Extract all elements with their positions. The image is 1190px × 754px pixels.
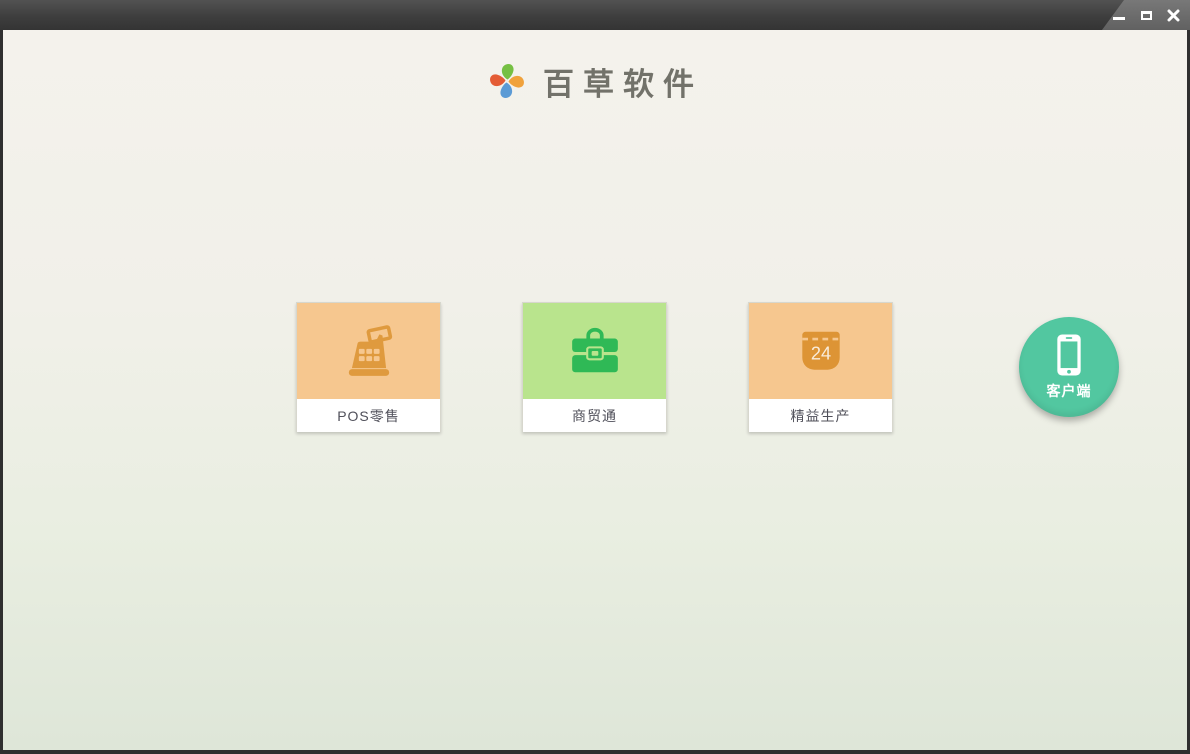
brand-header: 百草软件 xyxy=(3,58,1187,104)
window-controls xyxy=(1102,0,1190,30)
pinwheel-logo-icon xyxy=(490,64,524,98)
maximize-button[interactable] xyxy=(1137,6,1155,24)
close-button[interactable] xyxy=(1164,6,1182,24)
client-button-label: 客户端 xyxy=(1046,383,1092,399)
tile-icon-area xyxy=(523,303,666,399)
calendar-day-number: 24 xyxy=(810,343,830,363)
window-titlebar xyxy=(0,0,1190,30)
main-content: 百草软件 POS零售 商贸通 24 精益生产 客户端 xyxy=(3,30,1187,750)
client-button[interactable]: 客户端 xyxy=(1019,317,1119,417)
tile-icon-area: 24 xyxy=(749,303,892,399)
smartphone-icon xyxy=(1057,334,1081,376)
product-tile-trade[interactable]: 商贸通 xyxy=(522,302,667,432)
minimize-icon xyxy=(1113,16,1125,20)
minimize-button[interactable] xyxy=(1110,6,1128,24)
tile-icon-area xyxy=(297,303,440,399)
product-tile-pos[interactable]: POS零售 xyxy=(296,302,441,432)
product-tile-lean[interactable]: 24 精益生产 xyxy=(748,302,893,432)
tile-label: POS零售 xyxy=(297,399,440,432)
calendar-icon: 24 xyxy=(801,331,840,370)
close-icon xyxy=(1167,9,1179,21)
briefcase-icon xyxy=(571,327,618,373)
cash-register-icon xyxy=(348,325,392,376)
tile-label: 精益生产 xyxy=(749,399,892,432)
tile-label: 商贸通 xyxy=(523,399,666,432)
app-title: 百草软件 xyxy=(543,66,703,102)
maximize-icon xyxy=(1140,10,1152,20)
